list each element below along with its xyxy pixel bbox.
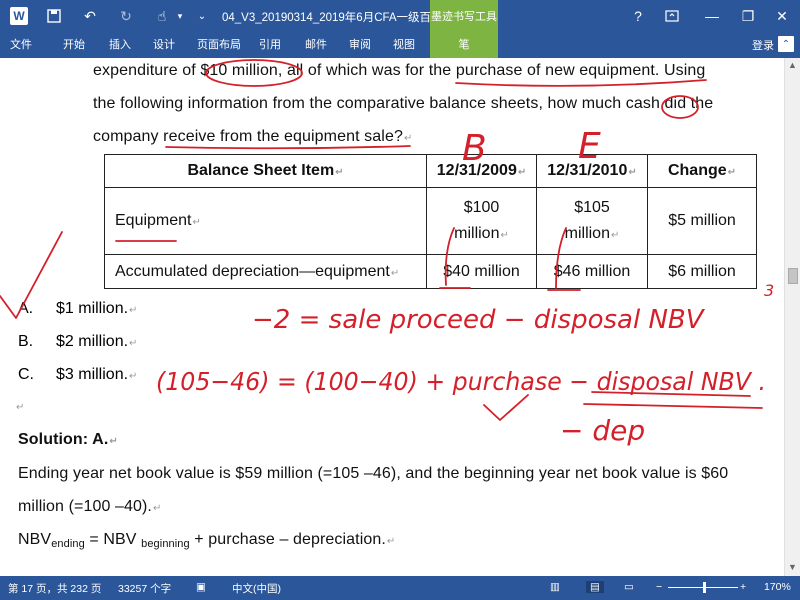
cell-equipment-change: $5 million	[647, 187, 757, 255]
tab-layout[interactable]: 页面布局	[192, 32, 246, 58]
cell-accum-dep: Accumulated depreciation—equipment↵	[104, 254, 427, 289]
vertical-scrollbar[interactable]: ▲ ▼	[784, 58, 800, 576]
solution-line-2: million (=100 –40).↵	[18, 498, 162, 515]
option-b-letter: B.	[18, 333, 34, 350]
cell-accum-dep-2010: $46 million	[536, 254, 648, 289]
option-b-text: $2 million.↵	[56, 333, 138, 350]
ink-tools-label: 墨迹书写工具	[430, 0, 498, 32]
cell-equipment-2010: $105 million↵	[536, 187, 648, 255]
redo-icon[interactable]: ↻	[116, 6, 136, 26]
save-icon[interactable]	[44, 6, 64, 26]
login-link[interactable]: 登录	[752, 37, 774, 53]
option-a-text: $1 million.↵	[56, 300, 138, 317]
status-bar: 第 17 页，共 232 页 33257 个字 ▣ 中文(中国) ▥ ▤ ▭ −…	[0, 576, 800, 600]
scroll-thumb[interactable]	[788, 268, 798, 284]
cell-equipment-2009: $100 million↵	[426, 187, 537, 255]
empty-paragraph-mark: ↵	[16, 402, 25, 413]
language-label[interactable]: 中文(中国)	[232, 581, 281, 596]
tab-pen[interactable]: 笔	[430, 32, 498, 58]
zoom-slider-thumb[interactable]	[703, 582, 706, 593]
solution-line-1: Ending year net book value is $59 millio…	[18, 465, 729, 482]
document-title: 04_V3_20190314_2019年6月CFA一级百题预...	[222, 12, 464, 24]
print-layout-icon[interactable]: ▤	[586, 581, 604, 593]
tab-references[interactable]: 引用	[252, 32, 288, 58]
collapse-ribbon-icon[interactable]: ⌃	[778, 36, 794, 52]
zoom-level[interactable]: 170%	[764, 581, 791, 593]
touch-mode-dropdown-icon[interactable]: ▾	[170, 6, 190, 26]
title-bar: W ↶ ↻ ☝ ▾ ⌄ 04_V3_20190314_2019年6月CFA一级百…	[0, 0, 800, 32]
tab-view[interactable]: 视图	[386, 32, 422, 58]
tab-design[interactable]: 设计	[146, 32, 182, 58]
cell-accum-dep-2009: $40 million	[426, 254, 537, 289]
restore-icon[interactable]: ❐	[736, 4, 760, 28]
web-layout-icon[interactable]: ▭	[624, 581, 634, 593]
touch-mode-icon[interactable]: ☝	[152, 6, 172, 26]
scroll-down-icon[interactable]: ▼	[788, 562, 797, 572]
table-header-row: Balance Sheet Item↵ 12/31/2009↵ 12/31/20…	[104, 154, 757, 188]
zoom-in-icon[interactable]: +	[740, 581, 746, 593]
page-count[interactable]: 第 17 页，共 232 页	[8, 581, 101, 596]
scroll-up-icon[interactable]: ▲	[788, 60, 797, 70]
formula-line: NBVending = NBV beginning + purchase – d…	[18, 531, 396, 550]
undo-icon[interactable]: ↶	[80, 6, 100, 26]
proofing-icon[interactable]: ▣	[196, 581, 206, 593]
help-button[interactable]: ?	[626, 4, 650, 28]
ribbon-display-options-icon[interactable]	[660, 4, 684, 28]
minimize-icon[interactable]: —	[700, 4, 724, 28]
table-row: Equipment↵ $100 million↵ $105 million↵ $5 …	[104, 187, 757, 255]
word-icon[interactable]: W	[10, 7, 28, 25]
option-c-text: $3 million.↵	[56, 366, 138, 383]
question-line-3: company receive from the equipment sale?…	[93, 128, 413, 145]
balance-sheet-table: Balance Sheet Item↵ 12/31/2009↵ 12/31/20…	[104, 154, 757, 289]
cell-accum-dep-change: $6 million	[647, 254, 757, 289]
tab-file[interactable]: 文件	[0, 32, 42, 58]
word-count[interactable]: 33257 个字	[118, 581, 171, 596]
option-c-letter: C.	[18, 366, 34, 383]
header-2009: 12/31/2009↵	[426, 154, 537, 188]
ribbon-tabs: 文件 开始 插入 设计 页面布局 引用 邮件 审阅 视图 笔	[0, 32, 800, 58]
question-line-1: expenditure of $10 million, all of which…	[93, 62, 706, 79]
option-a-letter: A.	[18, 300, 34, 317]
read-mode-icon[interactable]: ▥	[550, 581, 560, 593]
tab-home[interactable]: 开始	[56, 32, 92, 58]
tab-insert[interactable]: 插入	[102, 32, 138, 58]
solution-label: Solution: A.↵	[18, 431, 118, 448]
tab-mailings[interactable]: 邮件	[298, 32, 334, 58]
header-change: Change↵	[647, 154, 757, 188]
customize-icon[interactable]: ⌄	[192, 6, 212, 26]
cell-equipment: Equipment↵	[104, 187, 427, 255]
table-row: Accumulated depreciation—equipment↵ $40 …	[104, 254, 757, 289]
header-item: Balance Sheet Item↵	[104, 154, 427, 188]
tab-review[interactable]: 审阅	[342, 32, 378, 58]
zoom-out-icon[interactable]: −	[656, 581, 662, 593]
document-area[interactable]: expenditure of $10 million, all of which…	[0, 58, 784, 576]
question-line-2: the following information from the compa…	[93, 95, 714, 112]
header-2010: 12/31/2010↵	[536, 154, 648, 188]
close-icon[interactable]: ✕	[770, 4, 794, 28]
